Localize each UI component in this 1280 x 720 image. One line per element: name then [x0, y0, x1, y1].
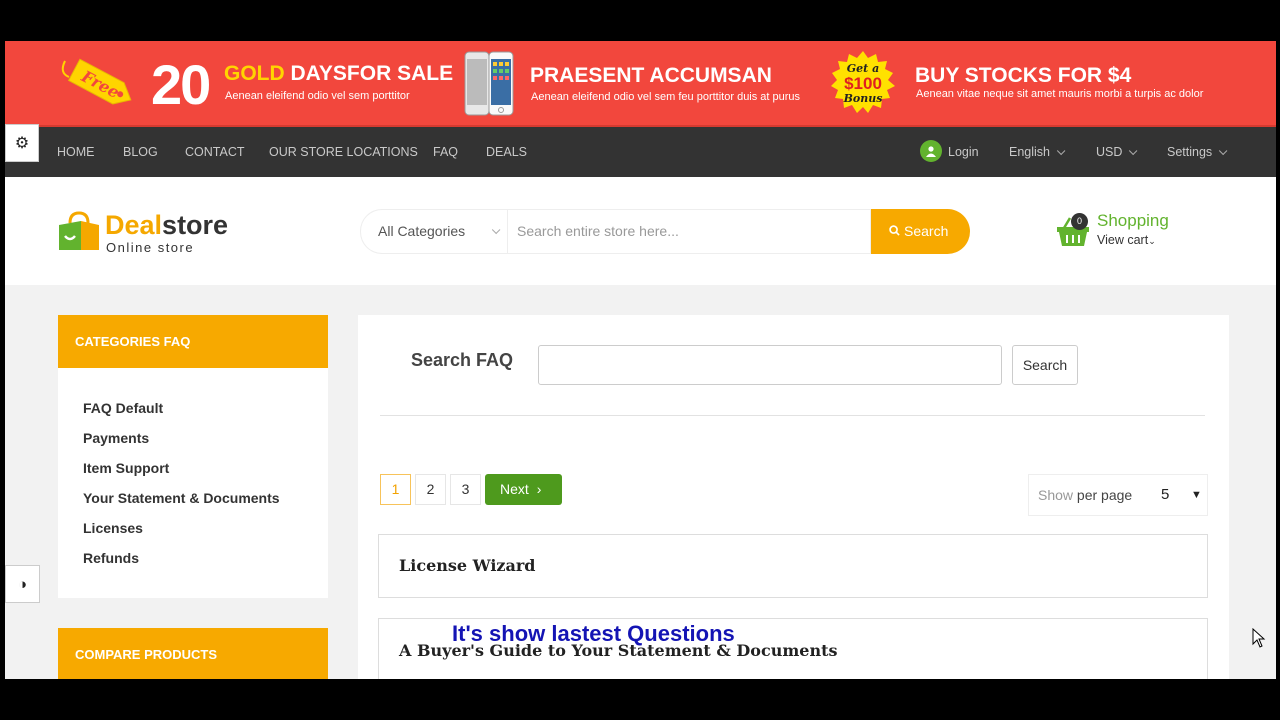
promo3-title: BUY STOCKS FOR $4 [915, 64, 1132, 87]
view-cart-link[interactable]: View cart⌄ [1097, 233, 1156, 247]
faq-category-item[interactable]: Refunds [58, 548, 328, 578]
nav-contact[interactable]: CONTACT [185, 127, 245, 177]
promo1-subtitle: Aenean eleifend odio vel sem porttitor [225, 90, 410, 102]
faq-category-item[interactable]: Your Statement & Documents [58, 488, 328, 518]
page-button-2[interactable]: 2 [415, 474, 446, 505]
nav-deals[interactable]: DEALS [486, 127, 527, 177]
promo-number: 20 [151, 53, 211, 116]
chevron-down-icon: ⌄ [1148, 236, 1156, 246]
language-select[interactable]: English [1009, 127, 1066, 177]
faq-question-title: License Wizard [399, 556, 536, 575]
per-page-value: 5 [1161, 486, 1170, 503]
nav-blog[interactable]: BLOG [123, 127, 158, 177]
faq-search-input[interactable] [538, 345, 1002, 385]
cart-title[interactable]: Shopping [1097, 211, 1169, 231]
video-caption: It's show lastest Questions [452, 621, 735, 646]
faq-question-item[interactable]: License Wizard [378, 534, 1208, 598]
store-search-input[interactable]: Search entire store here... [507, 209, 871, 254]
next-page-button[interactable]: Next › [485, 474, 562, 505]
page-button-3[interactable]: 3 [450, 474, 481, 505]
chevron-right-icon: › [536, 481, 542, 497]
nav-home[interactable]: HOME [57, 127, 95, 177]
faq-search-button[interactable]: Search [1012, 345, 1078, 385]
free-tag-icon: Free [61, 58, 132, 105]
login-link[interactable]: Login [948, 127, 979, 177]
top-nav: ⚙ HOME BLOG CONTACT OUR STORE LOCATIONS … [5, 124, 1276, 177]
promo3-subtitle: Aenean vitae neque sit amet mauris morbi… [916, 88, 1204, 100]
site-header: Dealstore Online store All Categories Se… [5, 177, 1276, 285]
bonus-badge-icon: Get a $100 Bonus [831, 51, 895, 113]
browser-viewport: Free 20 GOLD DAYSFOR SALE Aenean eleifen… [5, 41, 1276, 679]
cart-count-badge: 0 [1071, 213, 1088, 230]
currency-select[interactable]: USD [1096, 127, 1138, 177]
search-faq-label: Search FAQ [411, 350, 514, 370]
promo-banner[interactable]: Free 20 GOLD DAYSFOR SALE Aenean eleifen… [5, 41, 1276, 127]
settings-select[interactable]: Settings [1167, 127, 1228, 177]
chevron-down-icon [1219, 146, 1228, 156]
contrast-toggle-icon[interactable]: ◑ [5, 565, 40, 603]
promo1-title: GOLD DAYSFOR SALE [224, 62, 454, 85]
categories-faq-heading: CATEGORIES FAQ [58, 315, 328, 368]
svg-text:$100: $100 [844, 74, 882, 93]
logo-wordmark[interactable]: Dealstore [105, 211, 228, 239]
divider [380, 415, 1205, 416]
promo2-subtitle: Aenean eleifend odio vel sem feu porttit… [531, 91, 801, 103]
shopping-bag-logo-icon[interactable] [57, 211, 101, 251]
caret-down-icon: ▼ [1191, 489, 1202, 501]
promo2-title: PRAESENT ACCUMSAN [530, 64, 772, 87]
chevron-down-icon [1056, 146, 1066, 156]
smartphone-icon [464, 51, 514, 116]
category-select[interactable]: All Categories [360, 209, 507, 254]
faq-category-item[interactable]: FAQ Default [58, 398, 328, 428]
svg-text:Bonus: Bonus [843, 92, 883, 105]
faq-category-item[interactable]: Item Support [58, 458, 328, 488]
gear-icon[interactable]: ⚙ [5, 124, 39, 162]
user-icon[interactable] [920, 140, 942, 162]
logo-tagline: Online store [106, 240, 195, 255]
nav-faq[interactable]: FAQ [433, 127, 458, 177]
mouse-cursor-icon [1252, 628, 1266, 648]
faq-category-list: FAQ Default Payments Item Support Your S… [58, 368, 328, 598]
faq-category-item[interactable]: Payments [58, 428, 328, 458]
chevron-down-icon [1129, 146, 1138, 156]
search-icon [889, 225, 900, 236]
nav-store-locations[interactable]: OUR STORE LOCATIONS [269, 127, 418, 177]
chevron-down-icon [491, 225, 501, 235]
faq-category-item[interactable]: Licenses [58, 518, 328, 548]
store-search-button[interactable]: Search [871, 209, 970, 254]
per-page-select[interactable]: Show per page 5 ▼ [1028, 474, 1208, 516]
compare-products-heading: COMPARE PRODUCTS [58, 628, 328, 679]
page-button-1[interactable]: 1 [380, 474, 411, 505]
